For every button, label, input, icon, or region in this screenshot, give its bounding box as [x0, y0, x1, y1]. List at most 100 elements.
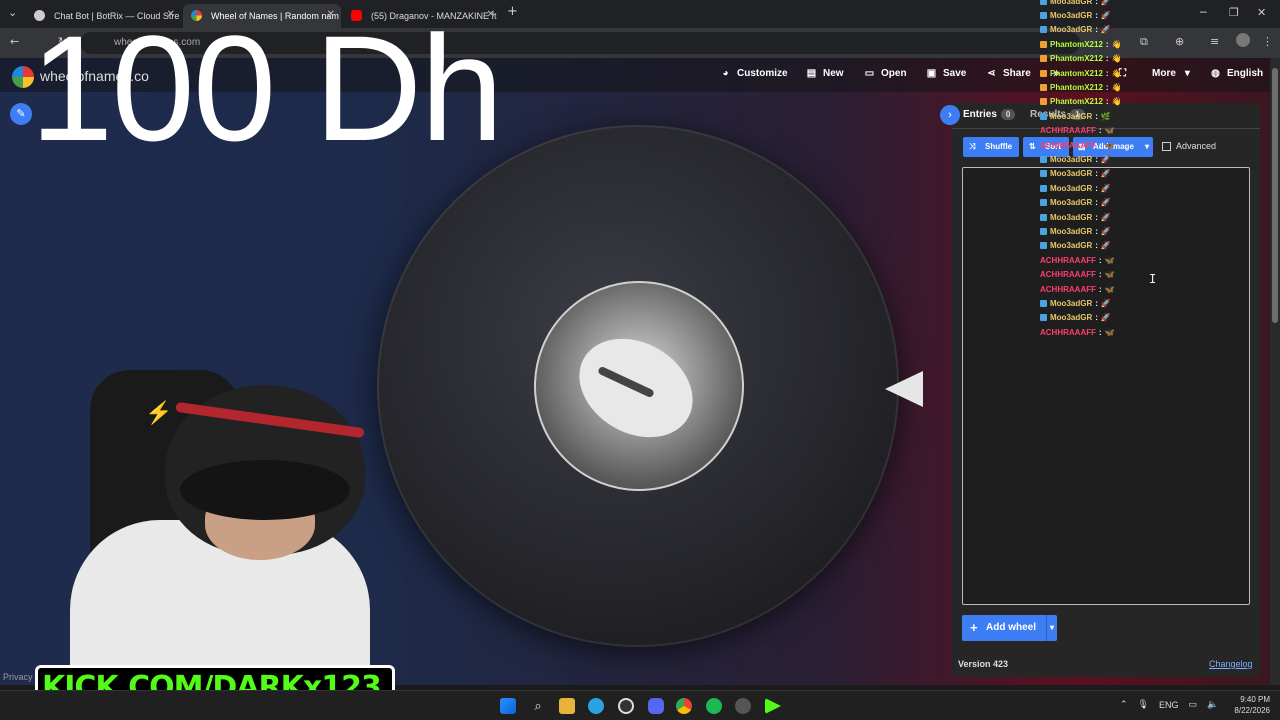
back-icon[interactable]: ←	[10, 35, 19, 48]
edit-pencil-button[interactable]: ✎	[10, 103, 32, 125]
chat-message: Moo3adGR: 🚀	[1040, 181, 1200, 195]
save-icon: ▣	[926, 68, 937, 79]
network-icon[interactable]: ▭	[1189, 699, 1198, 710]
user-badge-icon	[1040, 170, 1047, 178]
discord-icon[interactable]	[648, 698, 664, 714]
chat-separator: :	[1095, 226, 1098, 236]
obs-icon[interactable]	[618, 698, 634, 714]
chat-separator: :	[1095, 212, 1098, 222]
chat-separator: :	[1095, 0, 1098, 6]
save-button[interactable]: ▣ Save	[926, 68, 967, 79]
start-icon[interactable]	[500, 698, 516, 714]
share-button[interactable]: ⋖ Share	[986, 68, 1031, 79]
media-icon[interactable]: ≡	[1210, 35, 1219, 48]
user-badge-icon	[1040, 299, 1047, 307]
chat-separator: :	[1099, 255, 1102, 265]
chat-message: Moo3adGR: 🚀	[1040, 0, 1200, 8]
chat-username: PhantomX212	[1050, 97, 1103, 107]
volume-icon[interactable]: 🔈	[1207, 699, 1218, 710]
spotify-icon[interactable]	[706, 698, 722, 714]
chat-username: Moo3adGR	[1050, 111, 1093, 121]
user-badge-icon	[1040, 0, 1047, 5]
chat-separator: :	[1105, 39, 1109, 49]
browser-menu-icon[interactable]: ⋮	[1262, 35, 1273, 48]
file-icon: ▤	[806, 68, 817, 79]
clock[interactable]: 9:40 PM 8/22/2026	[1224, 694, 1270, 716]
language-label: English	[1227, 68, 1264, 79]
language-indicator[interactable]: ENG	[1159, 700, 1179, 710]
customize-label: Customize	[737, 68, 788, 79]
globe-icon: ◍	[1211, 68, 1220, 79]
sort-icon: ⇅	[1029, 142, 1036, 151]
tab-search-icon[interactable]: ⌄	[8, 6, 17, 19]
user-badge-icon	[1040, 314, 1047, 322]
user-badge-icon	[1040, 213, 1047, 221]
chat-username: Moo3adGR	[1050, 169, 1093, 179]
add-wheel-button[interactable]: + Add wheel ▾	[962, 615, 1057, 641]
tab-entries[interactable]: Entries 0	[963, 109, 1016, 120]
chat-username: ACHHRAAAFF	[1040, 140, 1096, 150]
user-badge-icon	[1040, 40, 1047, 48]
page-scrollbar[interactable]	[1270, 58, 1280, 685]
chat-username: ACHHRAAAFF	[1040, 327, 1096, 337]
chat-message: ACHHRAAAFF: 🦋	[1040, 325, 1200, 339]
user-badge-icon	[1040, 227, 1047, 235]
chat-message: Moo3adGR: 🚀	[1040, 239, 1200, 253]
chat-separator: :	[1095, 183, 1098, 193]
chat-message: Moo3adGR: 🚀	[1040, 210, 1200, 224]
user-badge-icon	[1040, 184, 1047, 192]
maximize-icon[interactable]: ❐	[1229, 6, 1239, 19]
spin-wheel[interactable]	[377, 125, 899, 647]
chat-emote-icon: 🦋	[1104, 126, 1115, 136]
kick-app-icon[interactable]	[765, 698, 781, 714]
user-badge-icon	[1040, 112, 1047, 120]
time-label: 9:40 PM	[1240, 695, 1270, 704]
chat-username: ACHHRAAAFF	[1040, 270, 1096, 280]
close-window-icon[interactable]: ✕	[1257, 6, 1266, 19]
entries-count-badge: 0	[1000, 109, 1016, 120]
chat-username: Moo3adGR	[1050, 226, 1093, 236]
chair-logo-icon: ⚡	[145, 400, 173, 425]
file-explorer-icon[interactable]	[559, 698, 575, 714]
chevron-up-icon[interactable]: ⌃	[1120, 699, 1128, 710]
add-wheel-dropdown-icon[interactable]: ▾	[1046, 615, 1057, 641]
open-button[interactable]: ▭ Open	[864, 68, 907, 79]
scrollbar-thumb[interactable]	[1272, 68, 1278, 323]
chat-separator: :	[1105, 97, 1109, 107]
privacy-link[interactable]: Privacy	[3, 672, 33, 682]
avatar[interactable]	[1236, 33, 1250, 47]
chat-message: Moo3adGR: 🚀	[1040, 296, 1200, 310]
chat-separator: :	[1095, 111, 1098, 121]
shuffle-button[interactable]: ⤨ Shuffle	[963, 137, 1019, 157]
chat-message: PhantomX212: 👋	[1040, 66, 1200, 80]
shuffle-icon: ⤨	[969, 142, 976, 151]
user-badge-icon	[1040, 69, 1047, 77]
app-icon[interactable]	[735, 698, 751, 714]
chat-separator: :	[1099, 126, 1102, 136]
search-icon[interactable]: ⌕	[530, 698, 546, 714]
microphone-icon[interactable]: 🎙	[1138, 699, 1149, 710]
share-label: Share	[1003, 68, 1031, 79]
new-tab-button[interactable]: +	[507, 4, 518, 19]
chat-username: PhantomX212	[1050, 54, 1103, 64]
chat-username: PhantomX212	[1050, 39, 1103, 49]
chat-emote-icon: 🚀	[1100, 183, 1111, 193]
minimize-icon[interactable]: ─	[1200, 6, 1207, 19]
wheel-center-image[interactable]	[534, 281, 744, 491]
new-button[interactable]: ▤ New	[806, 68, 844, 79]
chat-emote-icon: 🚀	[1100, 154, 1111, 164]
wheel-pointer	[885, 371, 923, 407]
webcam-feed: ⚡	[0, 330, 400, 690]
customize-button[interactable]: ◕ Customize	[720, 68, 788, 79]
telegram-icon[interactable]	[588, 698, 604, 714]
date-label: 8/22/2026	[1234, 706, 1270, 715]
chrome-icon[interactable]	[676, 698, 692, 714]
chat-username: Moo3adGR	[1050, 241, 1093, 251]
chat-separator: :	[1105, 68, 1109, 78]
chat-separator: :	[1095, 25, 1098, 35]
collapse-panel-icon[interactable]: ›	[940, 105, 960, 125]
text-cursor-icon: I	[1149, 272, 1157, 286]
open-label: Open	[881, 68, 907, 79]
language-button[interactable]: ◍ English	[1210, 68, 1263, 79]
changelog-link[interactable]: Changelog	[1209, 659, 1253, 669]
